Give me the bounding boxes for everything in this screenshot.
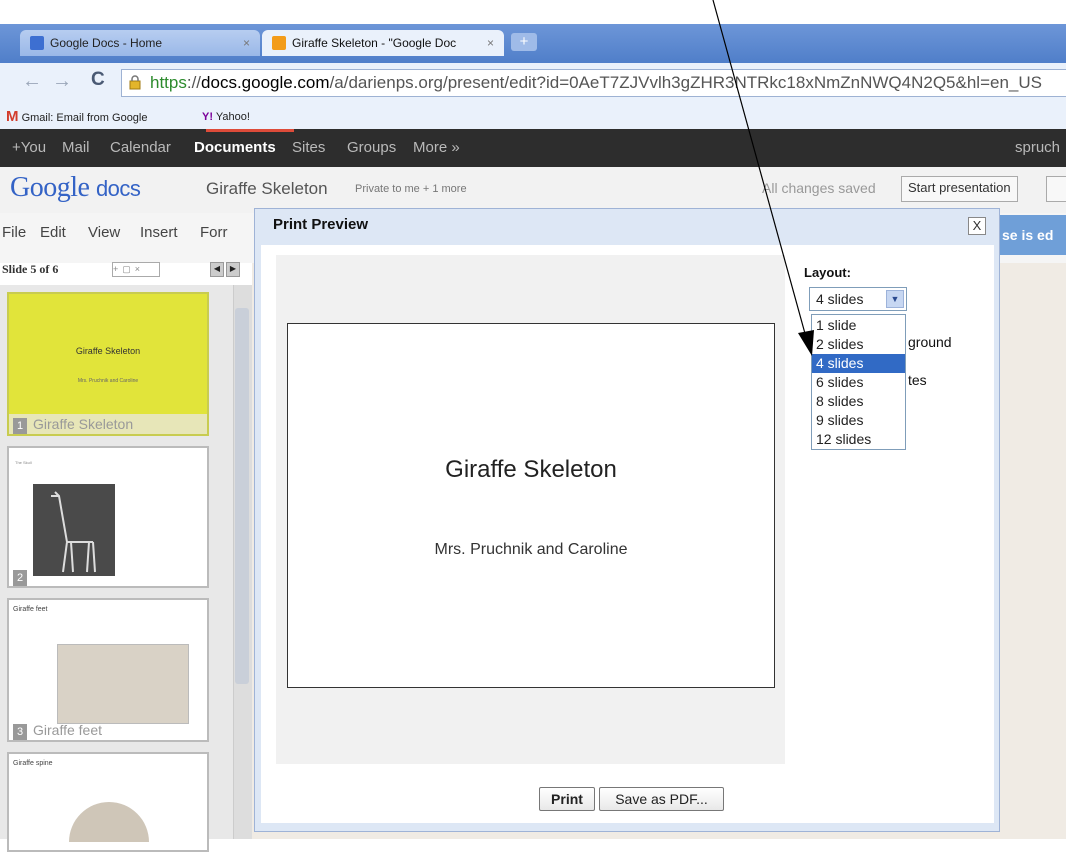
layout-label: Layout:: [804, 265, 851, 280]
gbar-item-groups[interactable]: Groups: [347, 129, 396, 167]
yahoo-icon: Y!: [202, 111, 213, 123]
layout-option-9[interactable]: 9 slides: [812, 411, 905, 430]
layout-option-2[interactable]: 2 slides: [812, 335, 905, 354]
print-button[interactable]: Print: [539, 787, 595, 811]
slide-thumbnail-4[interactable]: Giraffe spine: [7, 752, 209, 852]
thumb-title: The Skull: [15, 460, 32, 465]
slide-tools[interactable]: +▢×: [112, 262, 160, 277]
save-status: All changes saved: [762, 180, 876, 196]
tab-label: Giraffe Skeleton - "Google Doc: [292, 36, 457, 50]
gbar-user[interactable]: spruch: [1015, 129, 1060, 167]
thumb-caption: 3 Giraffe feet: [9, 720, 207, 740]
layout-option-4[interactable]: 4 slides: [812, 354, 905, 373]
slide-counter: Slide 5 of 6: [2, 262, 59, 276]
bookmark-gmail[interactable]: M Gmail: Email from Google: [6, 105, 148, 130]
preview-slide: [287, 323, 775, 688]
address-bar[interactable]: https://docs.google.com/a/darienps.org/p…: [121, 69, 1066, 97]
layout-dropdown-list: 1 slide 2 slides 4 slides 6 slides 8 sli…: [811, 314, 906, 450]
layout-option-6[interactable]: 6 slides: [812, 373, 905, 392]
hidden-notes-option: tes: [908, 372, 927, 388]
editing-banner: se is ed: [1000, 215, 1066, 255]
presentation-favicon-icon: [272, 36, 286, 50]
menu-format[interactable]: Forr: [200, 224, 228, 241]
preview-slide-title: Giraffe Skeleton: [445, 456, 617, 483]
url-sep: ://: [186, 73, 202, 92]
bookmarks-bar: M Gmail: Email from Google Y! Yahoo!: [0, 105, 1066, 130]
slide-thumbnail-1[interactable]: Giraffe Skeleton Mrs. Pruchnik and Carol…: [7, 292, 209, 436]
lock-icon: [129, 75, 141, 90]
thumb-number: 2: [13, 570, 27, 586]
google-docs-logo[interactable]: Google docs: [10, 172, 141, 204]
giraffe-spine-image: [69, 802, 149, 842]
start-presentation-button[interactable]: Start presentation: [901, 176, 1018, 202]
preview-slide-subtitle: Mrs. Pruchnik and Caroline: [434, 541, 628, 558]
thumb-caption: 2: [9, 566, 207, 586]
google-bar: +You Mail Calendar Documents Sites Group…: [0, 129, 1066, 167]
slide-thumbnail-2[interactable]: The Skull 2: [7, 446, 209, 588]
forward-arrow-icon[interactable]: →: [52, 70, 72, 93]
thumb-caption: 1 Giraffe Skeleton: [9, 414, 207, 434]
giraffe-skeleton-icon: [51, 491, 96, 573]
giraffe-skeleton-image: [33, 484, 115, 576]
thumb-title: Giraffe spine: [13, 760, 53, 767]
prev-slide-icon[interactable]: ◀: [210, 262, 224, 277]
docs-favicon-icon: [30, 36, 44, 50]
tab-giraffe-skeleton[interactable]: Giraffe Skeleton - "Google Doc ×: [262, 30, 504, 56]
menu-file[interactable]: File: [2, 224, 26, 241]
menu-edit[interactable]: Edit: [40, 224, 66, 241]
layout-option-1[interactable]: 1 slide: [812, 316, 905, 335]
gbar-item-sites[interactable]: Sites: [292, 129, 325, 167]
thumb-number: 1: [13, 418, 27, 434]
thumb-number: 3: [13, 724, 27, 740]
back-arrow-icon[interactable]: ←: [22, 70, 42, 93]
share-button[interactable]: [1046, 176, 1066, 202]
menu-insert[interactable]: Insert: [140, 224, 178, 241]
chevron-down-icon[interactable]: ▼: [886, 290, 904, 308]
close-tab-icon[interactable]: ×: [243, 30, 250, 56]
new-tab-button[interactable]: +: [511, 33, 537, 51]
giraffe-feet-image: [57, 644, 189, 724]
thumb-subtitle: Mrs. Pruchnik and Caroline: [77, 378, 139, 384]
layout-option-12[interactable]: 12 slides: [812, 430, 905, 449]
url-host: docs.google.com: [201, 73, 330, 92]
reload-icon[interactable]: C: [91, 69, 105, 91]
url-scheme: https: [150, 73, 187, 92]
layout-select-value: 4 slides: [816, 291, 864, 307]
dialog-close-button[interactable]: X: [968, 217, 986, 235]
menu-view[interactable]: View: [88, 224, 120, 241]
save-as-pdf-button[interactable]: Save as PDF...: [599, 787, 724, 811]
tab-label: Google Docs - Home: [50, 36, 163, 50]
gmail-icon: M: [6, 108, 19, 125]
dialog-title: Print Preview: [273, 216, 369, 233]
next-slide-icon[interactable]: ▶: [226, 262, 240, 277]
tab-google-docs-home[interactable]: Google Docs - Home ×: [20, 30, 260, 56]
url-path: /a/darienps.org/present/edit?id=0AeT7ZJV…: [329, 73, 1042, 92]
slide-thumbnail-3[interactable]: Giraffe feet 3 Giraffe feet: [7, 598, 209, 742]
logo-docs: docs: [95, 176, 141, 201]
scrollbar-thumb[interactable]: [235, 308, 249, 684]
doc-title[interactable]: Giraffe Skeleton: [206, 179, 328, 199]
bookmark-label: Yahoo!: [215, 111, 250, 123]
logo-google: Google: [10, 172, 90, 203]
gbar-item-documents[interactable]: Documents: [194, 129, 276, 167]
gbar-item-mail[interactable]: Mail: [62, 129, 90, 167]
sharing-status[interactable]: Private to me + 1 more: [355, 183, 467, 195]
gbar-item-calendar[interactable]: Calendar: [110, 129, 171, 167]
layout-option-8[interactable]: 8 slides: [812, 392, 905, 411]
bookmark-label: Gmail: Email from Google: [21, 112, 148, 124]
thumb-caption-text: Giraffe feet: [33, 722, 103, 738]
gbar-item-more[interactable]: More »: [413, 129, 460, 167]
thumb-caption-text: Giraffe Skeleton: [33, 416, 134, 432]
thumb-title: Giraffe feet: [13, 606, 48, 613]
layout-select[interactable]: 4 slides ▼: [809, 287, 907, 311]
hidden-background-option: ground: [908, 334, 952, 350]
gbar-item-you[interactable]: +You: [12, 129, 46, 167]
bookmark-yahoo[interactable]: Y! Yahoo!: [202, 105, 250, 129]
thumb-title: Giraffe Skeleton: [75, 346, 141, 356]
close-tab-icon[interactable]: ×: [487, 30, 494, 56]
